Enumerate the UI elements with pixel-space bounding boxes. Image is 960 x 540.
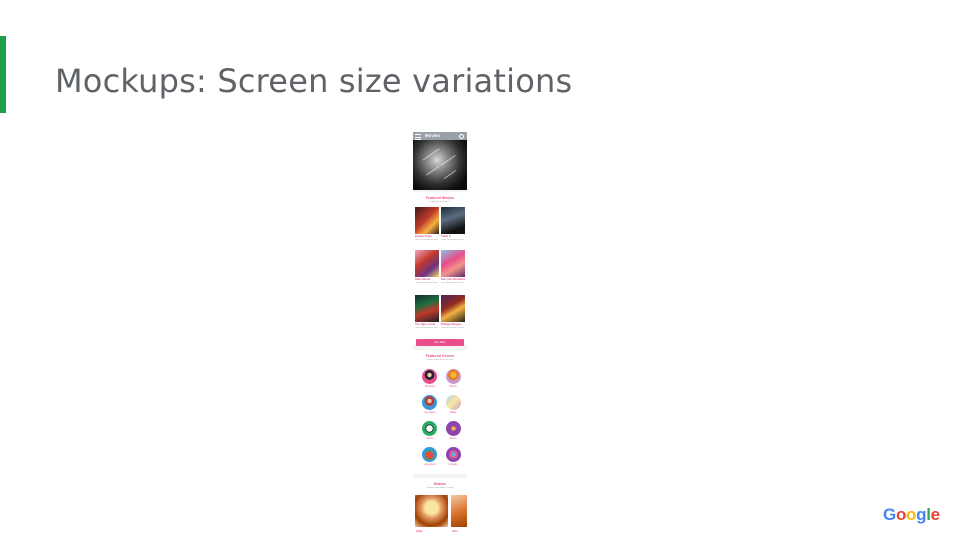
- snack-image[interactable]: [451, 495, 467, 527]
- snack-label: Chips: [416, 530, 423, 533]
- movie-subtitle: Lorem ipsum dolor sit amet: [441, 281, 464, 284]
- snack-image[interactable]: [415, 495, 448, 527]
- movie-subtitle: Lorem ipsum dolor sit amet: [441, 238, 464, 241]
- action-genre-icon[interactable]: [446, 421, 461, 436]
- genre-label: Adventure: [424, 463, 436, 466]
- hero-image: [413, 140, 467, 190]
- movie-poster[interactable]: [415, 295, 439, 322]
- google-logo: Google: [883, 505, 940, 524]
- sports-genre-icon[interactable]: [422, 421, 437, 436]
- search-icon[interactable]: [459, 134, 464, 139]
- adventure-genre-icon[interactable]: [422, 447, 437, 462]
- genre-label: Drama: [449, 385, 457, 388]
- accent-bar: [0, 36, 6, 113]
- magic-genre-icon[interactable]: [446, 395, 461, 410]
- genre-label: Romantic: [424, 385, 436, 388]
- app-title: Movies: [425, 133, 440, 138]
- featured-movies-section: Featured Movies Lorem ipsum dolor sit Br…: [413, 192, 467, 344]
- featured-genres-subtitle: Lorem ipsum dolor sit amet: [426, 359, 454, 361]
- app-bar: Movies: [413, 132, 467, 140]
- drama-genre-icon[interactable]: [446, 369, 461, 384]
- featured-genres-section: Featured Genres Lorem ipsum dolor sit am…: [413, 350, 467, 474]
- phone-mockup: Movies Featured Movies Lorem ipsum dolor…: [413, 132, 467, 540]
- spy-agent-genre-icon[interactable]: [422, 395, 437, 410]
- movie-poster[interactable]: [415, 207, 439, 234]
- genre-label: Spy Agent: [424, 411, 436, 414]
- comedy-genre-icon[interactable]: [446, 447, 461, 462]
- movie-poster[interactable]: [441, 207, 465, 234]
- romantic-genre-icon[interactable]: [422, 369, 437, 384]
- snacks-subtitle: Lorem ipsum dolor sit amet: [426, 487, 454, 489]
- featured-movies-subtitle: Lorem ipsum dolor sit: [429, 201, 451, 203]
- movie-poster[interactable]: [441, 295, 465, 322]
- movie-subtitle: Lorem ipsum dolor sit amet: [441, 326, 464, 329]
- snacks-section: Snacks Lorem ipsum dolor sit amet Chips …: [413, 478, 467, 540]
- snack-label: Fries: [452, 530, 458, 533]
- featured-movies-title: Featured Movies: [425, 196, 455, 200]
- snacks-title: Snacks: [433, 482, 447, 486]
- genre-label: Comedy: [448, 463, 458, 466]
- movie-subtitle: Lorem ipsum dolor sit amet: [415, 281, 438, 284]
- slide-title: Mockups: Screen size variations: [55, 62, 573, 100]
- movie-poster[interactable]: [441, 250, 465, 277]
- genre-label: Action: [449, 437, 457, 440]
- genre-label: Sports: [426, 437, 434, 440]
- movie-poster[interactable]: [415, 250, 439, 277]
- movie-subtitle: Lorem ipsum dolor sit amet: [415, 326, 438, 329]
- featured-genres-title: Featured Genres: [425, 354, 455, 358]
- genre-label: Magic: [449, 411, 457, 414]
- movie-subtitle: Lorem ipsum dolor sit amet: [415, 238, 438, 241]
- see-more-button[interactable]: See More: [416, 339, 464, 346]
